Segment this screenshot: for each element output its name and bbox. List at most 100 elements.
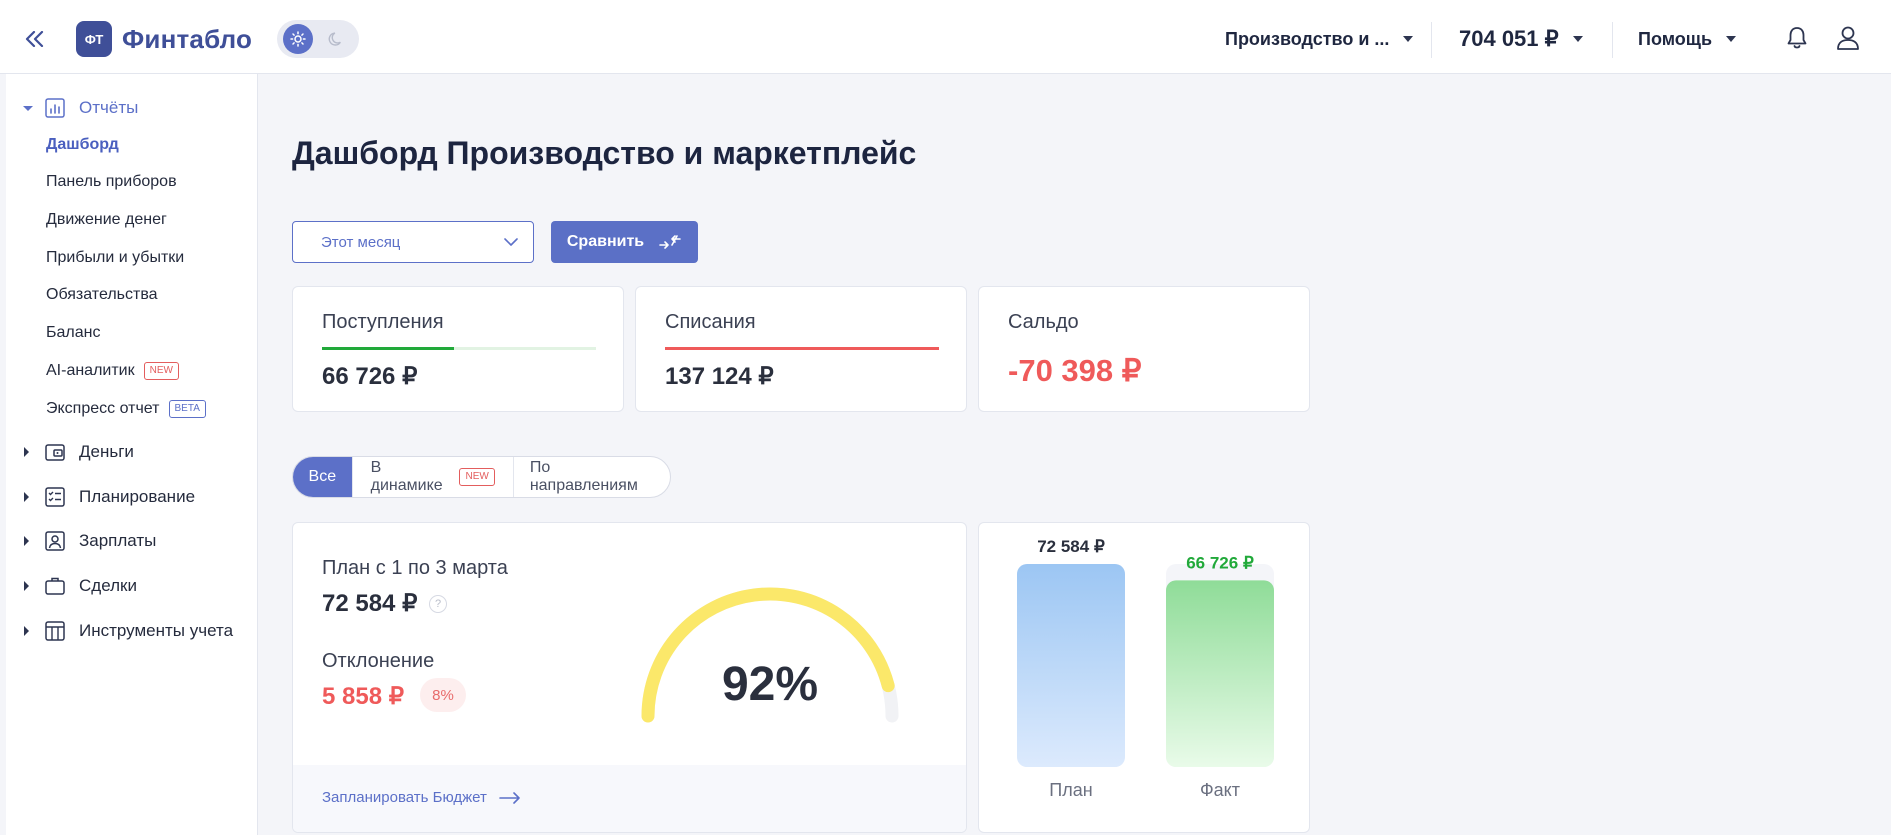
sidebar-item-instrument-panel[interactable]: Панель приборов xyxy=(46,168,177,196)
saldo-card: Сальдо -70 398 ₽ xyxy=(978,286,1310,412)
saldo-value: -70 398 ₽ xyxy=(1008,353,1142,388)
sidebar-section-label: Отчёты xyxy=(79,98,139,117)
logo-mark: ФТ xyxy=(76,21,112,57)
help-menu[interactable]: Помощь xyxy=(1638,24,1737,54)
plan-fact-chart-card: 72 584 ₽ План 66 726 ₽ Факт xyxy=(978,522,1310,833)
sidebar-item-cash-flow[interactable]: Движение денег xyxy=(46,206,167,234)
sidebar-item-ai-analyst[interactable]: AI-аналитик NEW xyxy=(46,357,179,385)
compare-button[interactable]: Сравнить xyxy=(551,221,698,263)
sidebar-section-money[interactable]: Деньги xyxy=(6,435,258,469)
sidebar-item-label: Прибыли и убытки xyxy=(46,249,185,266)
help-icon[interactable]: ? xyxy=(429,595,447,613)
divider xyxy=(1431,22,1432,58)
tab-dynamics[interactable]: В динамике NEW xyxy=(353,457,514,497)
sidebar-item-label: Дашборд xyxy=(46,136,119,153)
income-value: 66 726 ₽ xyxy=(322,363,418,390)
deviation-value: 5 858 ₽ xyxy=(322,683,404,710)
table-icon xyxy=(44,620,66,642)
briefcase-icon xyxy=(44,575,66,597)
chevron-down-icon xyxy=(1726,36,1737,42)
light-theme-option[interactable] xyxy=(283,24,313,54)
category-label: План xyxy=(1049,780,1092,800)
sidebar-item-express-report[interactable]: Экспресс отчет BETA xyxy=(46,395,206,423)
gauge-graphic xyxy=(641,587,899,723)
deviation-label: Отклонение xyxy=(322,650,435,672)
sidebar-item-label: Баланс xyxy=(46,324,101,341)
moon-icon xyxy=(328,32,341,46)
sidebar-item-label: Панель приборов xyxy=(46,173,177,190)
caret-right-icon xyxy=(24,447,29,457)
tab-by-direction[interactable]: По направлениям xyxy=(514,457,670,497)
top-header: ФТ Финтабло Производство и ... 704 051 ₽… xyxy=(0,0,1891,74)
profile-button[interactable] xyxy=(1833,22,1863,54)
expense-progress-fill xyxy=(665,347,939,350)
collapse-sidebar-button[interactable] xyxy=(22,26,48,52)
income-card: Поступления 66 726 ₽ xyxy=(292,286,624,412)
gauge-percent: 92% xyxy=(721,658,819,711)
sidebar-section-reports[interactable]: Отчёты xyxy=(6,91,258,125)
sidebar: Отчёты Дашборд Панель приборов Движение … xyxy=(6,74,258,835)
plan-value: 72 584 ₽ xyxy=(322,590,418,617)
balance-value: 704 051 ₽ xyxy=(1459,26,1559,51)
plan-budget-link-label: Запланировать Бюджет xyxy=(322,789,487,806)
logo-text: Финтабло xyxy=(122,23,253,54)
sidebar-section-salaries[interactable]: Зарплаты xyxy=(6,524,258,558)
notifications-button[interactable] xyxy=(1782,22,1812,54)
sidebar-section-deals[interactable]: Сделки xyxy=(6,569,258,603)
company-selector[interactable]: Производство и ... xyxy=(1225,24,1414,54)
theme-toggle[interactable] xyxy=(277,20,359,58)
bar-value-label: 72 584 ₽ xyxy=(1037,537,1105,556)
period-select-value: Этот месяц xyxy=(321,234,401,251)
income-progress-bar xyxy=(322,347,596,350)
dark-theme-option[interactable] xyxy=(321,24,351,54)
view-tabs: Все В динамике NEW По направлениям xyxy=(292,456,671,498)
plan-budget-link[interactable]: Запланировать Бюджет xyxy=(322,789,521,806)
saldo-title: Сальдо xyxy=(1008,311,1079,333)
caret-down-icon xyxy=(23,105,33,111)
bar-value-label: 66 726 ₽ xyxy=(1186,553,1254,572)
user-icon xyxy=(1837,26,1859,50)
sidebar-item-label: AI-аналитик xyxy=(46,362,135,379)
sidebar-item-profit-loss[interactable]: Прибыли и убытки xyxy=(46,244,184,272)
bar-0 xyxy=(1017,564,1125,767)
expense-card: Списания 137 124 ₽ xyxy=(635,286,967,412)
tab-label: По направлениям xyxy=(529,459,638,494)
caret-right-icon xyxy=(24,492,29,502)
sidebar-item-balance[interactable]: Баланс xyxy=(46,319,100,347)
category-label: Факт xyxy=(1200,780,1240,800)
period-select[interactable]: Этот месяц xyxy=(292,221,534,263)
plan-gauge: 92% xyxy=(610,561,930,751)
logo[interactable]: ФТ Финтабло xyxy=(76,21,252,57)
sidebar-item-label: Экспресс отчет xyxy=(46,400,160,417)
new-badge: NEW xyxy=(459,468,495,486)
income-title: Поступления xyxy=(322,311,444,333)
sidebar-item-label: Движение денег xyxy=(46,211,167,228)
sidebar-item-dashboard[interactable]: Дашборд xyxy=(46,131,119,159)
plan-card: План с 1 по 3 марта 72 584 ₽ ? Отклонени… xyxy=(292,522,967,833)
sidebar-section-accounting-tools[interactable]: Инструменты учета xyxy=(6,614,258,648)
balance-selector[interactable]: 704 051 ₽ xyxy=(1459,24,1583,54)
bell-icon xyxy=(1787,27,1807,49)
arrow-right-icon xyxy=(499,791,520,804)
caret-right-icon xyxy=(24,626,29,636)
expense-progress-bar xyxy=(665,347,939,350)
expense-value: 137 124 ₽ xyxy=(665,363,774,390)
help-label: Помощь xyxy=(1638,28,1713,49)
sidebar-section-label: Планирование xyxy=(79,487,196,506)
tab-all[interactable]: Все xyxy=(293,457,353,497)
sidebar-section-label: Зарплаты xyxy=(79,531,157,550)
bar-1 xyxy=(1166,580,1274,767)
compare-label: Сравнить xyxy=(566,233,645,250)
expense-title: Списания xyxy=(665,311,756,333)
plan-label: План с 1 по 3 марта xyxy=(322,557,508,579)
sidebar-item-liabilities[interactable]: Обязательства xyxy=(46,281,158,309)
chevron-down-icon xyxy=(1403,36,1414,42)
sidebar-section-label: Деньги xyxy=(79,442,134,461)
sun-icon xyxy=(290,31,306,47)
beta-badge: BETA xyxy=(168,400,206,418)
compare-arrows-icon xyxy=(659,235,681,249)
sidebar-section-planning[interactable]: Планирование xyxy=(6,480,258,514)
double-chevron-left-icon xyxy=(25,31,44,47)
chevron-down-icon xyxy=(504,238,518,246)
caret-right-icon xyxy=(24,536,29,546)
